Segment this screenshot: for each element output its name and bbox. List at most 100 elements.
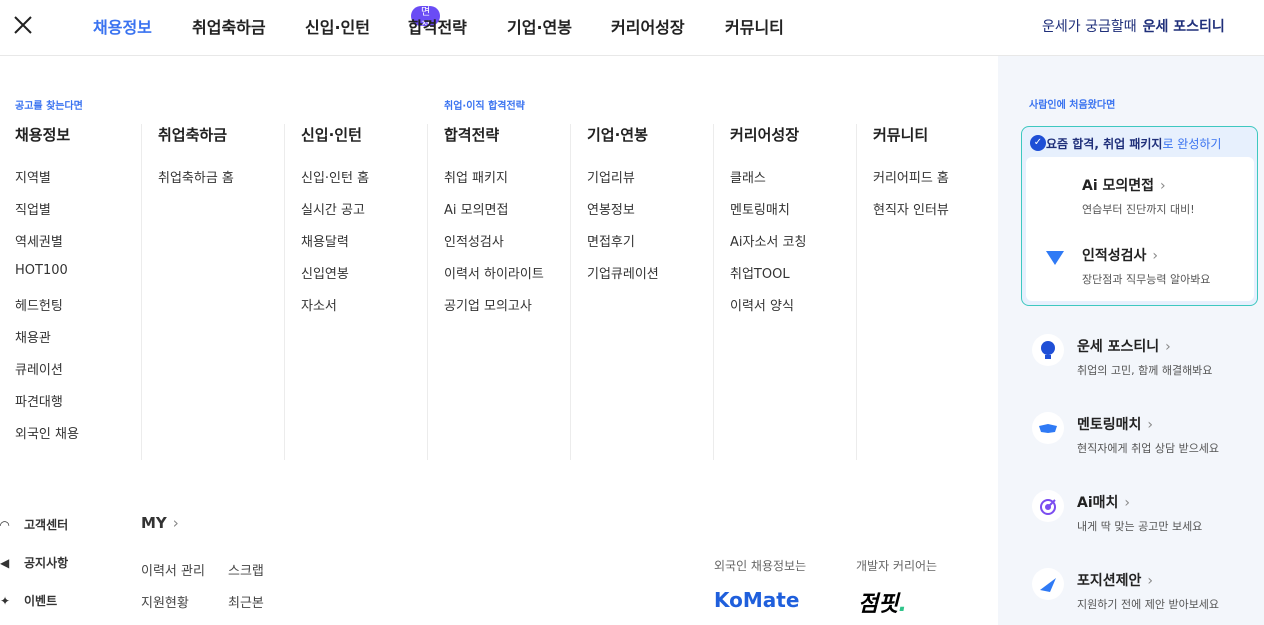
column-title[interactable]: 신입·인턴 [301,124,427,145]
card-subtitle: 지원하기 전에 제안 받아보세요 [1077,598,1220,611]
card-subtitle: 연습부터 진단까지 대비! [1082,203,1195,216]
chevron-right-icon: › [1147,417,1154,433]
card-title: 운세 포스티니 [1077,339,1160,355]
close-icon[interactable] [12,14,34,36]
chevron-right-icon: › [1165,339,1171,355]
menu-item[interactable]: 인적성검사 [444,231,570,263]
menu-item[interactable]: 자소서 [301,295,427,327]
package-inner: Ai 모의면접 › 연습부터 진단까지 대비! 인적성검사 › 장단점과 직무능력 … [1026,157,1254,301]
column-title[interactable]: 합격전략 [444,124,570,145]
menu-item[interactable]: 공기업 모의고사 [444,295,570,327]
menu-item[interactable]: 파견대행 [15,391,141,423]
menu-item[interactable]: 기업큐레이션 [587,263,713,295]
jobpeak-logo[interactable]: 점핏. [858,586,907,618]
menu-item[interactable]: HOT100 [15,263,141,295]
menu-item[interactable]: 현직자 인터뷰 [873,199,993,231]
menu-item[interactable]: 역세권별 [15,231,141,263]
chevron-right-icon: › [1160,178,1166,194]
nav-item-intern[interactable]: 신입·인턴 [305,14,370,38]
card-title: Ai매치 [1077,495,1119,511]
menu-item[interactable]: 직업별 [15,199,141,231]
menu-item[interactable]: 채용달력 [301,231,427,263]
menu-item[interactable]: 면접후기 [587,231,713,263]
nav-item-career[interactable]: 커리어성장 [611,14,685,38]
menu-item[interactable]: 취업TOOL [730,263,856,295]
my-link-recent[interactable]: 최근본 [228,592,264,611]
jobpeak-dot: . [898,592,907,617]
party-icon: ✦ [0,594,11,608]
section-find-job: 공고를 찾는다면 [15,101,83,112]
menu-item[interactable]: Ai 모의면접 [444,199,570,231]
menu-item[interactable]: 커리어피드 홈 [873,167,993,199]
package-box: ✓ 요즘 합격, 취업 패키지로 완성하기 Ai 모의면접 › 연습부터 진단까지… [1021,126,1258,306]
support-center-link[interactable]: ◠ 고객센터 [0,516,68,533]
fortune-link[interactable]: 운세가 궁금할때 운세 포스티니 [1042,16,1225,36]
nav-item-bonus[interactable]: 취업축하금 [192,14,266,38]
top-bar: 면접공·합격 채용정보 취업축하금 신입·인턴 합격전략 기업·연봉 커리어성장… [0,0,1264,88]
nav-item-strategy[interactable]: 합격전략 [408,14,467,38]
jobpeak-text: 점핏 [858,592,899,617]
menu-column-jobs: 채용정보 지역별 직업별 역세권별 HOT100 헤드헌팅 채용관 큐레이션 파… [15,124,142,460]
megaphone-icon: ◀ [0,556,10,570]
card-fortune[interactable]: 운세 포스티니 › 취업의 고민, 함께 해결해봐요 [1077,336,1212,378]
paper-plane-icon [1032,568,1064,600]
menu-column-bonus: 취업축하금 취업축하금 홈 [158,124,285,460]
menu-item[interactable]: 신입·인턴 홈 [301,167,427,199]
menu-item[interactable]: 지역별 [15,167,141,199]
column-title[interactable]: 커뮤니티 [873,124,993,145]
card-mentoring[interactable]: 멘토링매치 › 현직자에게 취업 상담 받으세요 [1077,414,1219,456]
menu-item[interactable]: 이력서 양식 [730,295,856,327]
nav-item-community[interactable]: 커뮤니티 [725,14,784,38]
menu-item[interactable]: 이력서 하이라이트 [444,263,570,295]
card-ai-match[interactable]: Ai매치 › 내게 딱 맞는 공고만 보세요 [1077,492,1202,534]
card-title: 인적성검사 [1082,248,1147,264]
nav-item-jobs[interactable]: 채용정보 [93,14,152,38]
notice-link[interactable]: ◀ 공지사항 [0,554,68,571]
package-card-ai-interview[interactable]: Ai 모의면접 › 연습부터 진단까지 대비! [1082,175,1195,217]
menu-item[interactable]: 실시간 공고 [301,199,427,231]
package-card-aptitude[interactable]: 인적성검사 › 장단점과 직무능력 알아봐요 [1082,245,1210,287]
menu-item[interactable]: 취업축하금 홈 [158,167,284,199]
menu-column-intern: 신입·인턴 신입·인턴 홈 실시간 공고 채용달력 신입연봉 자소서 [301,124,428,460]
column-title[interactable]: 기업·연봉 [587,124,713,145]
fortune-name: 운세 포스티니 [1142,19,1225,35]
card-position-offer[interactable]: 포지션제안 › 지원하기 전에 제안 받아보세요 [1077,570,1219,612]
package-heading: 요즘 합격, 취업 패키지로 완성하기 [1046,135,1221,152]
card-subtitle: 취업의 고민, 함께 해결해봐요 [1077,364,1213,377]
target-icon [1032,490,1064,522]
card-subtitle: 현직자에게 취업 상담 받으세요 [1077,442,1220,455]
nav-item-company[interactable]: 기업·연봉 [507,14,572,38]
menu-item[interactable]: 기업리뷰 [587,167,713,199]
menu-column-career: 커리어성장 클래스 멘토링매치 Ai자소서 코칭 취업TOOL 이력서 양식 [730,124,857,460]
komate-logo[interactable]: KoMate [714,588,799,612]
column-title[interactable]: 채용정보 [15,124,141,145]
column-title[interactable]: 커리어성장 [730,124,856,145]
event-link[interactable]: ✦ 이벤트 [0,592,57,609]
menu-item[interactable]: 연봉정보 [587,199,713,231]
menu-item[interactable]: 외국인 채용 [15,423,141,455]
check-badge-icon: ✓ [1030,135,1046,151]
column-title[interactable]: 취업축하금 [158,124,284,145]
my-link-applied[interactable]: 지원현황 [141,592,189,611]
package-head-accent: 로 완성하기 [1162,137,1222,151]
card-title: Ai 모의면접 [1082,178,1155,194]
menu-column-strategy: 합격전략 취업 패키지 Ai 모의면접 인적성검사 이력서 하이라이트 공기업 … [444,124,571,460]
foreign-label: 외국인 채용정보는 [714,559,807,573]
chevron-right-icon: › [1152,248,1159,264]
my-link-resume[interactable]: 이력서 관리 [141,560,205,579]
menu-item[interactable]: 취업 패키지 [444,167,570,199]
card-title: 포지션제안 [1077,573,1142,589]
right-panel: 사람인에 처음왔다면 ✓ 요즘 합격, 취업 패키지로 완성하기 Ai 모의면접… [998,56,1264,625]
my-link-scrap[interactable]: 스크랩 [228,560,264,579]
menu-item[interactable]: 멘토링매치 [730,199,856,231]
menu-item[interactable]: 클래스 [730,167,856,199]
menu-column-community: 커뮤니티 커리어피드 홈 현직자 인터뷰 [873,124,993,460]
my-title[interactable]: MY › [141,514,179,532]
menu-item[interactable]: 신입연봉 [301,263,427,295]
menu-item[interactable]: 채용관 [15,327,141,359]
menu-item[interactable]: Ai자소서 코칭 [730,231,856,263]
menu-item[interactable]: 큐레이션 [15,359,141,391]
support-label: 고객센터 [24,518,69,532]
menu-item[interactable]: 헤드헌팅 [15,295,141,327]
card-title: 멘토링매치 [1077,417,1142,433]
